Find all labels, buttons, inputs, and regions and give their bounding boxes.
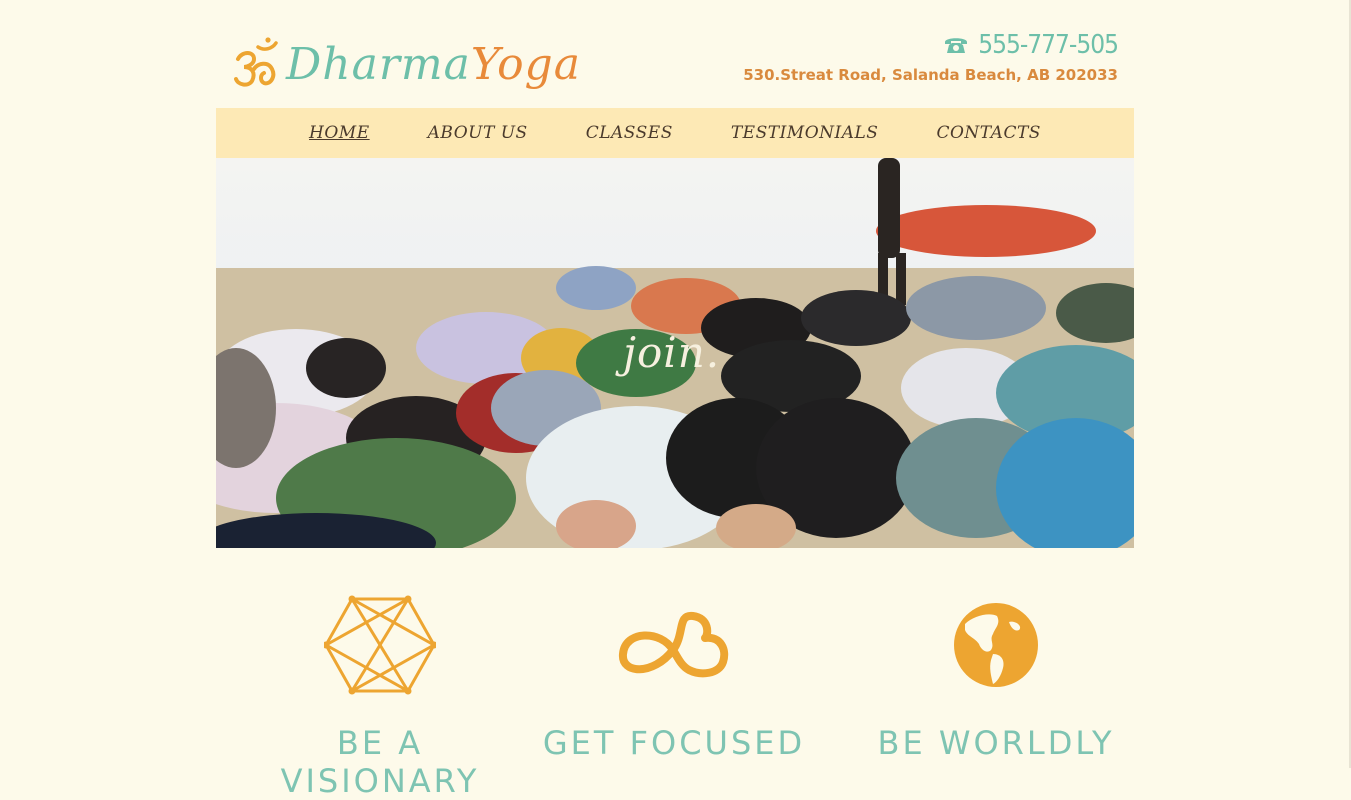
feature-title: BE A VISIONARY [280,724,480,800]
brand-name-part1: Dharma [286,39,471,90]
page-container: DharmaYoga 555-777-505 530.Streat Road, … [216,0,1136,800]
hero-banner: join. [216,158,1134,548]
feature-title: BE WORLDLY [877,724,1115,762]
feature-worldly[interactable]: BE WORLDLY [856,590,1136,762]
om-symbol-icon [234,37,278,87]
nav-item-contacts[interactable]: CONTACTS [936,123,1041,143]
feature-title: GET FOCUSED [542,724,806,762]
nav-item-home[interactable]: HOME [309,123,370,143]
cloud-infinity-icon [619,611,729,678]
address-text: 530.Streat Road, Salanda Beach, AB 20203… [743,66,1118,84]
globe-icon [954,603,1038,687]
brand-logo[interactable]: DharmaYoga [230,32,581,98]
nav-item-about-us[interactable]: ABOUT US [428,123,528,143]
phone-icon [945,38,968,53]
nav-item-testimonials[interactable]: TESTIMONIALS [731,123,879,143]
feature-focused[interactable]: GET FOCUSED [534,590,814,762]
nav-item-classes[interactable]: CLASSES [586,123,673,143]
brand-name-part2: Yoga [470,39,581,90]
phone-number[interactable]: 555-777-505 [978,30,1119,60]
feature-visionary[interactable]: BE A VISIONARY [240,590,520,800]
geometric-hexagon-icon [324,595,436,695]
brand-name: DharmaYoga [286,43,581,87]
features-section: BE A VISIONARY GET FOCUSED BE WORLDLY [216,590,1136,800]
hero-tagline: join. [623,328,721,377]
header-contact: 555-777-505 530.Streat Road, Salanda Bea… [743,30,1119,84]
main-nav: HOME ABOUT US CLASSES TESTIMONIALS CONTA… [216,108,1134,158]
phone-line: 555-777-505 [743,30,1119,60]
